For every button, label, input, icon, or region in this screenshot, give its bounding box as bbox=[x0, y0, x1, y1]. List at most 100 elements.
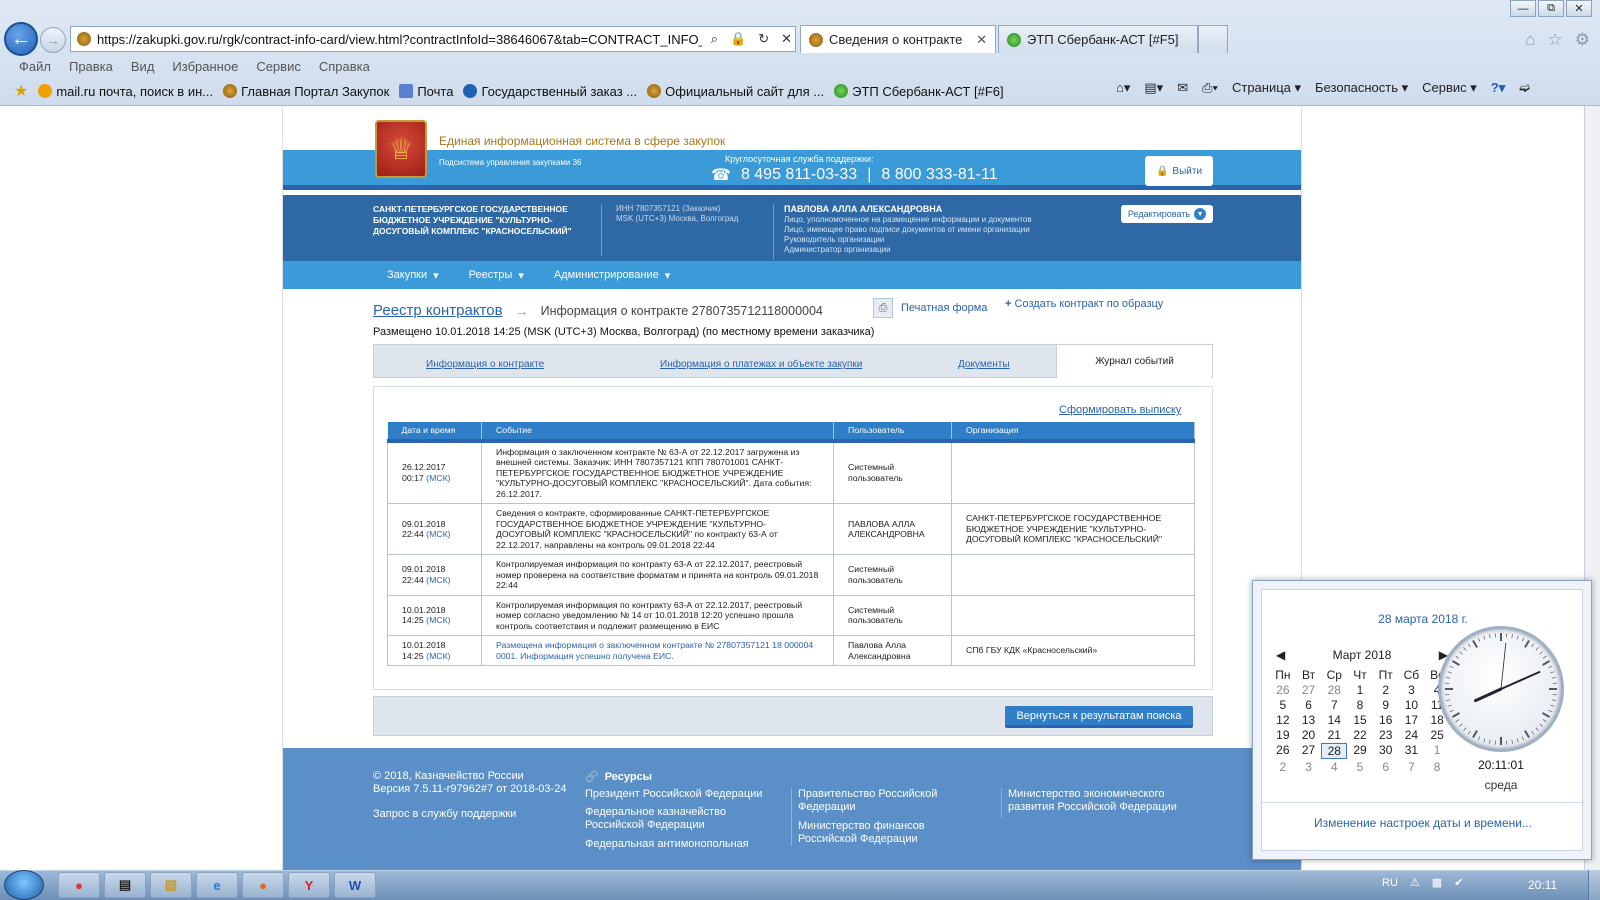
search-icon[interactable]: ⌕ bbox=[708, 31, 721, 47]
footer-link-minfin[interactable]: Министерство финансов Российской Федерац… bbox=[798, 820, 981, 846]
tab-event-log[interactable]: Журнал событий bbox=[1056, 345, 1212, 378]
logout-button[interactable]: 🔒 Выйти bbox=[1145, 156, 1213, 186]
event-tz[interactable]: (МСК) bbox=[426, 575, 450, 585]
calendar-day[interactable]: 13 bbox=[1296, 713, 1322, 727]
back-to-results-button[interactable]: Вернуться к результатам поиска bbox=[1005, 706, 1193, 728]
calendar-day[interactable]: 3 bbox=[1296, 760, 1322, 774]
coat-of-arms-logo[interactable]: ♕ bbox=[375, 120, 427, 178]
tab-contract-info[interactable]: Информация о контракте bbox=[426, 359, 544, 370]
calendar-day[interactable]: 23 bbox=[1373, 728, 1399, 742]
print-icon[interactable]: ⎙▾ bbox=[1202, 80, 1218, 96]
fav-sberbank[interactable]: ЭТП Сбербанк-АСТ [#F6] bbox=[834, 84, 1004, 99]
menu-view[interactable]: Вид bbox=[131, 59, 155, 74]
calendar-day[interactable]: 15 bbox=[1347, 713, 1373, 727]
calendar-day[interactable]: 26 bbox=[1270, 683, 1296, 697]
footer-link-fas[interactable]: Федеральная антимонопольная bbox=[585, 838, 765, 851]
fav-official[interactable]: Официальный сайт для ... bbox=[647, 84, 824, 99]
calendar-full-date[interactable]: 28 марта 2018 г. bbox=[1262, 612, 1584, 626]
calendar-day[interactable]: 20 bbox=[1296, 728, 1322, 742]
mail-icon[interactable]: ✉ bbox=[1177, 80, 1188, 96]
network-icon[interactable]: ✔ bbox=[1454, 876, 1463, 889]
menu-help[interactable]: Справка bbox=[319, 59, 370, 74]
fav-goszakaz[interactable]: Государственный заказ ... bbox=[463, 84, 637, 99]
fav-zakupki[interactable]: Главная Портал Закупок bbox=[223, 84, 389, 99]
close-tab-icon[interactable]: ✕ bbox=[976, 32, 987, 48]
calendar-day[interactable]: 31 bbox=[1399, 743, 1425, 759]
maximize-icon[interactable]: ⧉ bbox=[1538, 0, 1564, 17]
firefox-taskbar-icon[interactable]: ● bbox=[242, 872, 284, 898]
refresh-icon[interactable]: ↻ bbox=[755, 31, 772, 47]
create-contract-link[interactable]: + Создать контракт по образцу bbox=[1005, 298, 1163, 310]
calendar-day[interactable]: 7 bbox=[1321, 698, 1347, 712]
calendar-day[interactable]: 21 bbox=[1321, 728, 1347, 742]
calendar-day[interactable]: 1 bbox=[1347, 683, 1373, 697]
calendar-day[interactable]: 28 bbox=[1321, 743, 1348, 759]
fav-mail[interactable]: Почта bbox=[399, 84, 453, 99]
menu-file[interactable]: Файл bbox=[19, 59, 51, 74]
cmd-tools[interactable]: Сервис ▾ bbox=[1422, 80, 1477, 96]
calendar-day[interactable]: 28 bbox=[1321, 683, 1347, 697]
tab-documents[interactable]: Документы bbox=[958, 359, 1010, 370]
calendar-day[interactable]: 16 bbox=[1373, 713, 1399, 727]
calendar-day[interactable]: 24 bbox=[1399, 728, 1425, 742]
word-taskbar-icon[interactable]: W bbox=[334, 872, 376, 898]
taskbar-clock[interactable]: 20:11 bbox=[1528, 878, 1557, 892]
calendar-day[interactable]: 3 bbox=[1399, 683, 1425, 697]
calendar-day[interactable]: 2 bbox=[1270, 760, 1296, 774]
menu-tools[interactable]: Сервис bbox=[256, 59, 301, 74]
address-url[interactable]: https://zakupki.gov.ru/rgk/contract-info… bbox=[97, 32, 702, 47]
calendar-day[interactable]: 7 bbox=[1399, 760, 1425, 774]
menu-edit[interactable]: Правка bbox=[69, 59, 113, 74]
tab-payments[interactable]: Информация о платежах и объекте закупки bbox=[660, 359, 862, 370]
calendar-day[interactable]: 4 bbox=[1321, 760, 1347, 774]
gear-icon[interactable]: ⚙ bbox=[1575, 30, 1590, 50]
menu-favorites[interactable]: Избранное bbox=[172, 59, 238, 74]
calendar-day[interactable]: 22 bbox=[1347, 728, 1373, 742]
tab-contract-info[interactable]: Сведения о контракте ✕ bbox=[800, 25, 996, 53]
explorer-taskbar-icon[interactable]: ▧ bbox=[150, 872, 192, 898]
new-tab-button[interactable] bbox=[1198, 25, 1228, 53]
signal-icon[interactable]: ▩ bbox=[1432, 876, 1442, 889]
calendar-day[interactable]: 5 bbox=[1270, 698, 1296, 712]
calendar-day[interactable]: 27 bbox=[1296, 743, 1322, 759]
address-bar[interactable]: https://zakupki.gov.ru/rgk/contract-info… bbox=[70, 26, 796, 52]
event-tz[interactable]: (МСК) bbox=[426, 615, 450, 625]
stop-icon[interactable]: ✕ bbox=[778, 31, 795, 47]
tab-sberbank-ast[interactable]: ЭТП Сбербанк-АСТ [#F5] bbox=[998, 25, 1198, 53]
event-tz[interactable]: (МСК) bbox=[426, 651, 450, 661]
help-icon[interactable]: ?▾ bbox=[1491, 80, 1505, 96]
print-form-link[interactable]: ⎙ Печатная форма bbox=[873, 298, 987, 318]
calendar-day[interactable]: 30 bbox=[1373, 743, 1399, 759]
footer-link-treasury[interactable]: Федеральное казначейство Российской Феде… bbox=[585, 806, 765, 832]
cmd-page[interactable]: Страница ▾ bbox=[1232, 80, 1301, 96]
language-indicator[interactable]: RU bbox=[1382, 877, 1398, 889]
calendar-day[interactable]: 17 bbox=[1399, 713, 1425, 727]
calendar-day[interactable]: 8 bbox=[1347, 698, 1373, 712]
footer-link-government[interactable]: Правительство Российской Федерации bbox=[798, 788, 981, 814]
prev-month-icon[interactable]: ◀ bbox=[1276, 648, 1285, 662]
nav-purchases[interactable]: Закупки ▾ bbox=[387, 269, 439, 282]
home-icon[interactable]: ⌂ bbox=[1525, 30, 1535, 50]
forward-button[interactable]: → bbox=[40, 27, 66, 53]
footer-link-president[interactable]: Президент Российской Федерации bbox=[585, 788, 765, 801]
calendar-day[interactable]: 6 bbox=[1296, 698, 1322, 712]
calendar-day[interactable]: 26 bbox=[1270, 743, 1296, 759]
generate-extract-link[interactable]: Сформировать выписку bbox=[1059, 404, 1181, 416]
calendar-day[interactable]: 2 bbox=[1373, 683, 1399, 697]
notepad-taskbar-icon[interactable]: ▤ bbox=[104, 872, 146, 898]
footer-link-mineconomy[interactable]: Министерство экономического развития Рос… bbox=[1001, 788, 1201, 818]
minimize-icon[interactable]: — bbox=[1510, 0, 1536, 17]
breadcrumb-contracts-registry[interactable]: Реестр контрактов bbox=[373, 302, 503, 319]
calendar-day[interactable]: 6 bbox=[1373, 760, 1399, 774]
close-window-icon[interactable]: ✕ bbox=[1566, 0, 1592, 17]
date-time-settings-link[interactable]: Изменение настроек даты и времени... bbox=[1262, 816, 1584, 830]
start-button[interactable] bbox=[4, 870, 44, 900]
calendar-day[interactable]: 14 bbox=[1321, 713, 1347, 727]
calendar-day[interactable]: 12 bbox=[1270, 713, 1296, 727]
month-label[interactable]: Март 2018 bbox=[1333, 648, 1392, 662]
calendar-day[interactable]: 27 bbox=[1296, 683, 1322, 697]
calendar-day[interactable]: 10 bbox=[1399, 698, 1425, 712]
nav-registries[interactable]: Реестры ▾ bbox=[469, 269, 524, 282]
event-tz[interactable]: (МСК) bbox=[426, 529, 450, 539]
yandex-taskbar-icon[interactable]: Y bbox=[288, 872, 330, 898]
